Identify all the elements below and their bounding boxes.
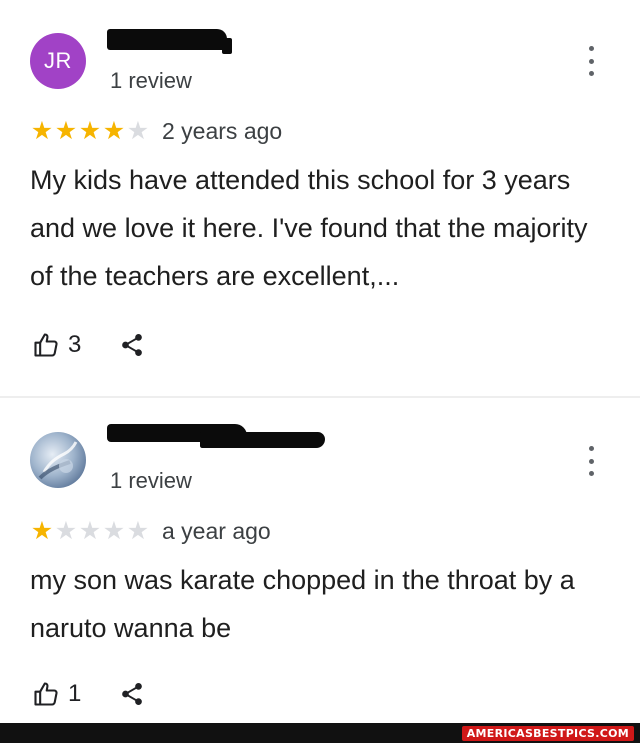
watermark: AMERICASBESTPICS.COM xyxy=(461,726,634,741)
watermark-bar: AMERICASBESTPICS.COM xyxy=(0,723,640,743)
like-count: 3 xyxy=(68,331,82,358)
redaction-mark xyxy=(200,432,325,448)
like-button[interactable]: 1 xyxy=(32,680,81,708)
star-empty-icon: ★ xyxy=(78,517,102,545)
rating-row: ★ ★ ★ ★ ★ 2 years ago xyxy=(30,118,282,145)
star-filled-icon: ★ xyxy=(78,117,102,145)
star-empty-icon: ★ xyxy=(102,517,126,545)
review-card: 1 review ★ ★ ★ ★ ★ a year ago my son was… xyxy=(0,398,640,723)
review-actions: 3 xyxy=(32,331,145,359)
thumbs-up-icon xyxy=(34,333,58,357)
star-filled-icon: ★ xyxy=(30,517,54,545)
redaction-mark xyxy=(222,38,232,54)
review-text[interactable]: my son was karate chopped in the throat … xyxy=(30,556,590,652)
review-date: 2 years ago xyxy=(162,118,283,144)
share-button[interactable] xyxy=(119,680,145,708)
review-card: JR 1 review ★ ★ ★ ★ ★ 2 years ago My kid… xyxy=(0,0,640,395)
star-empty-icon: ★ xyxy=(54,517,78,545)
share-icon xyxy=(122,334,143,356)
reviewer-avatar[interactable]: JR xyxy=(30,33,86,89)
star-filled-icon: ★ xyxy=(102,117,126,145)
reviewer-review-count[interactable]: 1 review xyxy=(110,68,192,94)
more-vert-icon[interactable] xyxy=(581,46,601,76)
reviewer-review-count[interactable]: 1 review xyxy=(110,468,192,494)
star-empty-icon: ★ xyxy=(126,117,150,145)
avatar-initials: JR xyxy=(44,48,72,73)
star-rating: ★ ★ ★ ★ ★ xyxy=(30,519,150,544)
like-count: 1 xyxy=(68,680,82,707)
star-empty-icon: ★ xyxy=(126,517,150,545)
profile-photo-icon xyxy=(38,441,78,480)
star-filled-icon: ★ xyxy=(30,117,54,145)
star-filled-icon: ★ xyxy=(54,117,78,145)
review-actions: 1 xyxy=(32,680,145,708)
review-date: a year ago xyxy=(162,518,271,544)
reviewer-avatar[interactable] xyxy=(30,432,86,488)
rating-row: ★ ★ ★ ★ ★ a year ago xyxy=(30,518,271,545)
thumbs-up-icon xyxy=(34,682,58,706)
share-icon xyxy=(122,683,143,705)
star-rating: ★ ★ ★ ★ ★ xyxy=(30,119,150,144)
redacted-reviewer-name xyxy=(107,29,227,50)
review-text[interactable]: My kids have attended this school for 3 … xyxy=(30,156,615,300)
like-button[interactable]: 3 xyxy=(32,331,81,359)
more-vert-icon[interactable] xyxy=(581,446,601,476)
share-button[interactable] xyxy=(119,331,145,359)
